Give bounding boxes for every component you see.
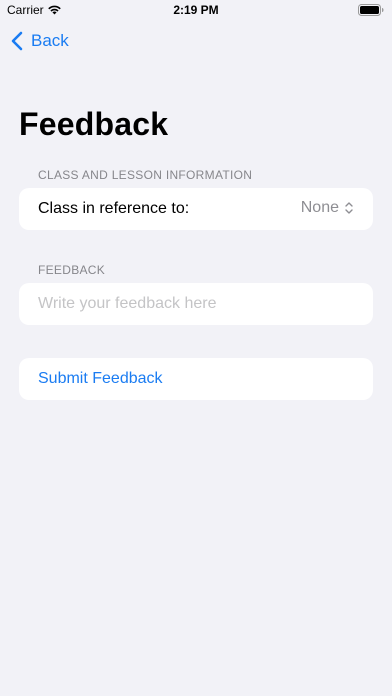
feedback-screen: Carrier 2:19 PM Back Feedback CLASS AND … [0,0,392,696]
chevron-up-down-icon [345,202,353,214]
class-reference-row: Class in reference to: None [19,188,373,230]
submit-feedback-label: Submit Feedback [38,370,163,387]
page-title: Feedback [19,106,169,142]
clock: 2:19 PM [173,3,219,17]
back-button[interactable]: Back [10,27,69,55]
submit-feedback-button[interactable]: Submit Feedback [19,358,373,400]
class-picker[interactable]: None [301,199,354,217]
class-picker-value: None [300,199,339,216]
feedback-section-header: FEEDBACK [38,263,106,277]
class-reference-label: Class in reference to: [38,200,190,217]
feedback-input[interactable] [19,283,373,325]
class-section-header: CLASS AND LESSON INFORMATION [38,168,253,182]
chevron-left-icon [11,31,23,51]
back-label: Back [31,31,69,50]
feedback-field-container [19,283,373,325]
status-bar: Carrier 2:19 PM [0,0,392,22]
battery-icon [358,4,384,16]
